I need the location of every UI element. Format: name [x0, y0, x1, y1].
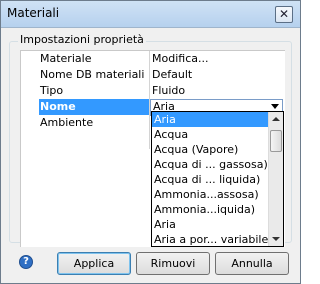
dropdown-option[interactable]: Aria a por... variabile	[152, 232, 269, 246]
cancel-button[interactable]: Annulla	[215, 252, 289, 275]
property-row[interactable]: Nome DB materiali Default	[21, 67, 282, 83]
close-button[interactable]: ✕	[275, 6, 293, 23]
title-bar: Materiali ✕	[1, 1, 300, 28]
materiali-dialog: Materiali ✕ Impostazioni proprietà Mater…	[0, 0, 301, 284]
property-value: Default	[152, 68, 193, 81]
property-name: Nome DB materiali	[40, 68, 145, 81]
scroll-down-icon[interactable]	[272, 237, 280, 241]
property-name: Ambiente	[40, 116, 94, 129]
material-dropdown-list[interactable]: Aria Acqua Acqua (Vapore) Acqua di ... g…	[151, 111, 284, 247]
property-value: Fluido	[152, 84, 186, 97]
group-label: Impostazioni proprietà	[18, 33, 146, 46]
property-row[interactable]: Tipo Fluido	[21, 83, 282, 99]
apply-button[interactable]: Applica	[57, 252, 131, 275]
remove-button[interactable]: Rimuovi	[136, 252, 210, 275]
window-title: Materiali	[7, 6, 60, 20]
dropdown-option[interactable]: Ammonia...assosa)	[152, 187, 269, 202]
close-icon: ✕	[278, 7, 290, 21]
dropdown-option[interactable]: Acqua	[152, 127, 269, 142]
scroll-up-icon[interactable]	[272, 117, 280, 121]
property-value[interactable]: Modifica...	[152, 52, 208, 65]
dropdown-option[interactable]: Acqua di ... gassosa)	[152, 157, 269, 172]
help-icon[interactable]: ?	[19, 255, 33, 269]
dropdown-option[interactable]: Acqua di ... liquida)	[152, 172, 269, 187]
dropdown-option[interactable]: Aria	[152, 217, 269, 232]
dropdown-option[interactable]: Aria	[152, 112, 269, 127]
dropdown-option[interactable]: Ammonia...iquida)	[152, 202, 269, 217]
dropdown-scrollbar[interactable]	[268, 112, 283, 246]
scrollbar-thumb[interactable]	[270, 130, 282, 152]
property-name: Materiale	[40, 52, 92, 65]
dropdown-option[interactable]: Acqua (Vapore)	[152, 142, 269, 157]
property-row[interactable]: Materiale Modifica...	[21, 51, 282, 67]
property-name: Tipo	[40, 84, 64, 97]
property-name: Nome	[40, 100, 76, 113]
chevron-down-icon[interactable]	[271, 104, 279, 109]
